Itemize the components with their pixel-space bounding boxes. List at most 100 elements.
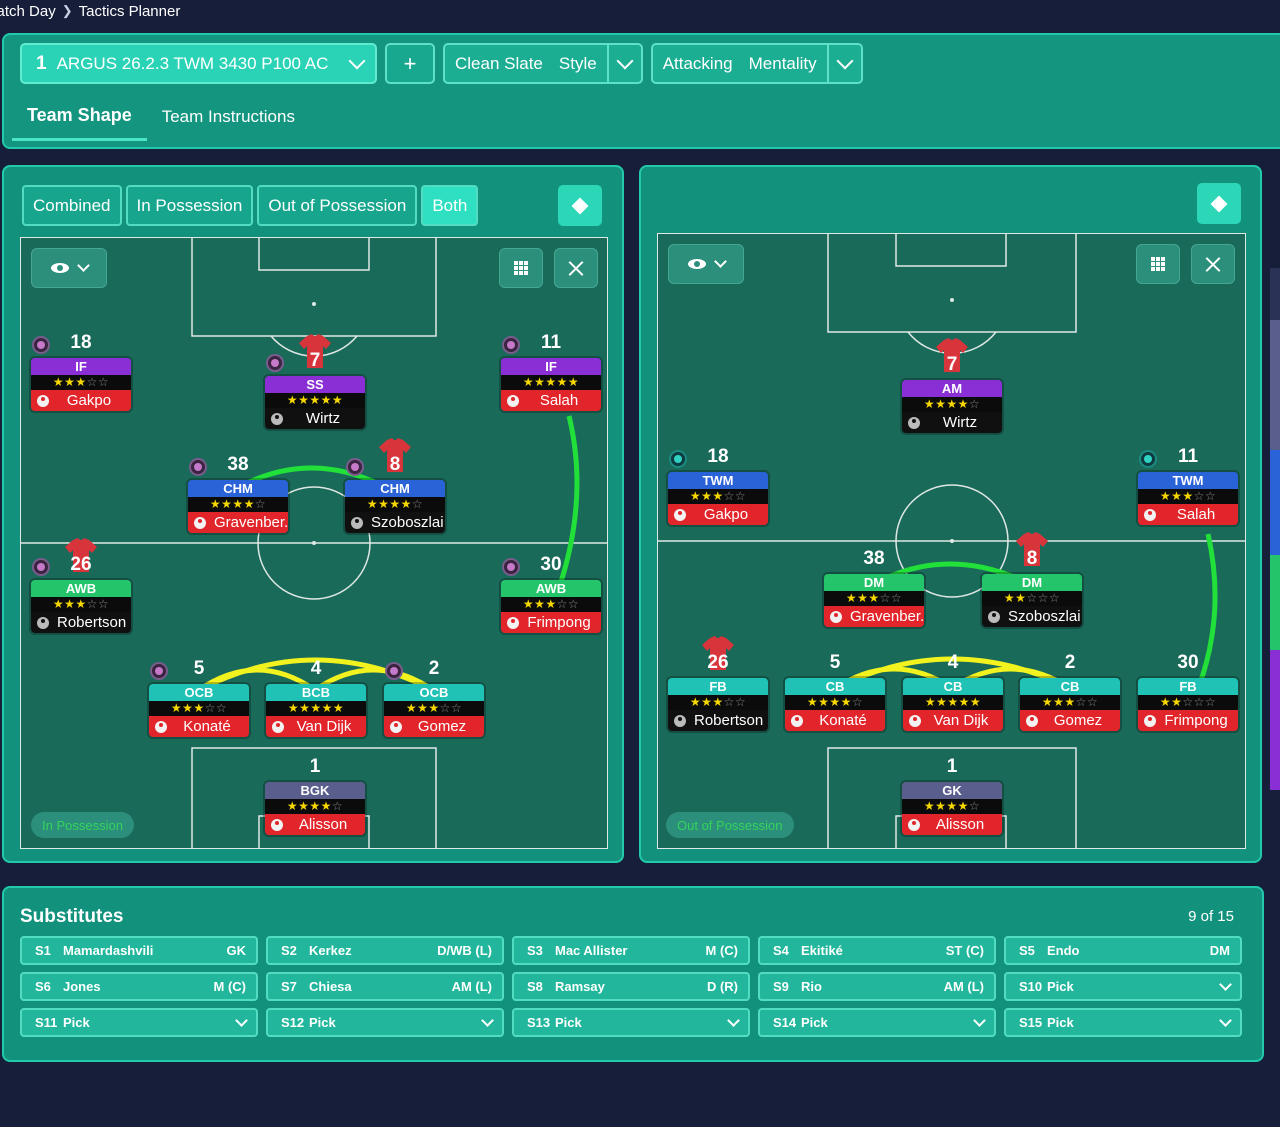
- substitute-slot-s6[interactable]: S6 Jones M (C): [20, 972, 258, 1001]
- mentality-dropdown-button[interactable]: [826, 45, 861, 82]
- player-card-szoboszlai[interactable]: 8 CHM ★★★★☆ Szoboszlai: [343, 438, 447, 535]
- tab-team-instructions[interactable]: Team Instructions: [147, 93, 310, 141]
- player-name-row: Konaté: [149, 716, 249, 737]
- star-rating: ★★★☆☆: [1020, 695, 1120, 710]
- player-card-frimpong[interactable]: 30 FB ★★☆☆☆ Frimpong: [1136, 652, 1240, 733]
- expand-button[interactable]: [1191, 244, 1235, 284]
- visibility-toggle[interactable]: [31, 248, 107, 288]
- substitute-slot-s10[interactable]: S10 Pick: [1004, 972, 1242, 1001]
- player-card-vandijk[interactable]: 4 CB ★★★★★ Van Dijk: [901, 652, 1005, 733]
- player-card-gomez[interactable]: 2 CB ★★★☆☆ Gomez: [1018, 652, 1122, 733]
- view-combined-button[interactable]: Combined: [22, 185, 122, 226]
- role-card[interactable]: CB ★★★★☆ Konaté: [783, 676, 887, 733]
- chevron-down-icon: [616, 52, 634, 69]
- pitch-in-possession: In Possession 18 IF ★★★☆☆ Gakpo 7 SS ★★★★★ Wirt…: [20, 237, 608, 849]
- visibility-toggle[interactable]: [668, 244, 744, 284]
- role-card[interactable]: BGK ★★★★☆ Alisson: [263, 780, 367, 837]
- role-card[interactable]: DM★★★☆☆ Gravenber...: [822, 572, 926, 629]
- role-card[interactable]: TWM ★★★☆☆ Salah: [1136, 470, 1240, 527]
- player-name-row: Van Dijk: [266, 716, 366, 737]
- view-out-of-possession-button[interactable]: Out of Possession: [257, 185, 418, 226]
- player-card-robertson[interactable]: 26 FB ★★★☆☆ Robertson: [666, 636, 770, 733]
- player-card-wirtz[interactable]: 7 SS ★★★★★ Wirtz: [263, 334, 367, 431]
- substitute-name: Pick: [801, 1015, 828, 1030]
- add-tactic-button[interactable]: +: [385, 43, 435, 84]
- player-card-alisson[interactable]: 1 GK ★★★★☆ Alisson: [900, 756, 1004, 837]
- role-card[interactable]: CHM★★★★☆ Gravenber...: [186, 478, 290, 535]
- role-card[interactable]: AWB ★★★☆☆ Frimpong: [499, 578, 603, 635]
- slot-number: S12: [281, 1015, 305, 1030]
- substitute-slot-s13[interactable]: S13 Pick: [512, 1008, 750, 1037]
- role-card[interactable]: DM ★★☆☆☆ Szoboszlai: [980, 572, 1084, 629]
- tactic-select[interactable]: 1 ARGUS 26.2.3 TWM 3430 P100 AC: [20, 43, 377, 84]
- player-card-gakpo[interactable]: 18 IF ★★★☆☆ Gakpo: [29, 332, 133, 413]
- slot-number: S15: [1019, 1015, 1043, 1030]
- player-name-row: Gomez: [1020, 710, 1120, 731]
- player-card-wirtz[interactable]: 7 AM ★★★★☆ Wirtz: [900, 338, 1004, 435]
- substitute-slot-s15[interactable]: S15 Pick: [1004, 1008, 1242, 1037]
- tab-team-shape[interactable]: Team Shape: [12, 93, 147, 141]
- style-dropdown-button[interactable]: [606, 45, 641, 82]
- player-card-konat[interactable]: 5 CB ★★★★☆ Konaté: [783, 652, 887, 733]
- player-name-row: Robertson: [668, 710, 768, 731]
- substitute-slot-s8[interactable]: S8 Ramsay D (R): [512, 972, 750, 1001]
- player-card-frimpong[interactable]: 30 AWB ★★★☆☆ Frimpong: [499, 554, 603, 635]
- player-card-salah[interactable]: 11 TWM ★★★☆☆ Salah: [1136, 446, 1240, 527]
- mentality-select[interactable]: Attacking Mentality: [650, 43, 863, 84]
- role-card[interactable]: AM ★★★★☆ Wirtz: [900, 378, 1004, 435]
- substitute-slot-s4[interactable]: S4 Ekitiké ST (C): [758, 936, 996, 965]
- view-both-button[interactable]: Both: [421, 185, 479, 226]
- player-card-konat[interactable]: 5 OCB ★★★☆☆ Konaté: [147, 658, 251, 739]
- role-card[interactable]: GK ★★★★☆ Alisson: [900, 780, 1004, 837]
- player-name: Robertson: [57, 614, 127, 631]
- view-in-possession-button[interactable]: In Possession: [125, 185, 254, 226]
- substitute-slot-s7[interactable]: S7 Chiesa AM (L): [266, 972, 504, 1001]
- role-card[interactable]: FB ★★☆☆☆ Frimpong: [1136, 676, 1240, 733]
- substitute-slot-s5[interactable]: S5 Endo DM: [1004, 936, 1242, 965]
- substitute-slot-s1[interactable]: S1 Mamardashvili GK: [20, 936, 258, 965]
- player-card-header: 8: [343, 438, 447, 478]
- role-card[interactable]: CB ★★★☆☆ Gomez: [1018, 676, 1122, 733]
- substitute-slot-s9[interactable]: S9 Rio AM (L): [758, 972, 996, 1001]
- role-card[interactable]: BCB ★★★★★ Van Dijk: [264, 682, 368, 739]
- substitute-slot-s14[interactable]: S14 Pick: [758, 1008, 996, 1037]
- player-name: Wirtz: [942, 414, 978, 431]
- substitute-slot-s11[interactable]: S11 Pick: [20, 1008, 258, 1037]
- role-card[interactable]: CHM ★★★★☆ Szoboszlai: [343, 478, 447, 535]
- player-card-vandijk[interactable]: 4 BCB ★★★★★ Van Dijk: [264, 658, 368, 739]
- star-rating: ★★★★☆: [902, 397, 1002, 412]
- expand-button[interactable]: [554, 248, 598, 288]
- role-card[interactable]: IF ★★★☆☆ Gakpo: [29, 356, 133, 413]
- grid-view-button[interactable]: [1136, 244, 1180, 284]
- player-card-szoboszlai[interactable]: 8 DM ★★☆☆☆ Szoboszlai: [980, 532, 1084, 629]
- grid-view-button[interactable]: [499, 248, 543, 288]
- player-card-salah[interactable]: 11 IF ★★★★★ Salah: [499, 332, 603, 413]
- role-card[interactable]: FB ★★★☆☆ Robertson: [666, 676, 770, 733]
- player-card-header: 11: [499, 332, 603, 356]
- role-card[interactable]: IF ★★★★★ Salah: [499, 356, 603, 413]
- substitute-slot-s2[interactable]: S2 Kerkez D/WB (L): [266, 936, 504, 965]
- shirt-number: 38: [863, 548, 885, 569]
- substitute-slot-s3[interactable]: S3 Mac Allister M (C): [512, 936, 750, 965]
- edge-accent: [1270, 450, 1280, 555]
- shirt-number: 18: [707, 446, 729, 467]
- slot-number: S13: [527, 1015, 551, 1030]
- player-card-robertson[interactable]: 26 AWB ★★★☆☆ Robertson: [29, 538, 133, 635]
- substitute-slot-s12[interactable]: S12 Pick: [266, 1008, 504, 1037]
- style-select[interactable]: Clean Slate Style: [443, 43, 643, 84]
- player-card-gravenber[interactable]: 38 CHM★★★★☆ Gravenber...: [186, 454, 290, 535]
- person-icon: [37, 616, 49, 629]
- role-card[interactable]: CB ★★★★★ Van Dijk: [901, 676, 1005, 733]
- role-card[interactable]: OCB ★★★☆☆ Gomez: [382, 682, 486, 739]
- role-card[interactable]: OCB ★★★☆☆ Konaté: [147, 682, 251, 739]
- player-card-gravenber[interactable]: 38 DM★★★☆☆ Gravenber...: [822, 548, 926, 629]
- role-card[interactable]: TWM ★★★☆☆ Gakpo: [666, 470, 770, 527]
- player-card-gakpo[interactable]: 18 TWM ★★★☆☆ Gakpo: [666, 446, 770, 527]
- player-card-alisson[interactable]: 1 BGK ★★★★☆ Alisson: [263, 756, 367, 837]
- shape-options-button[interactable]: [1197, 183, 1241, 224]
- player-card-gomez[interactable]: 2 OCB ★★★☆☆ Gomez: [382, 658, 486, 739]
- role-card[interactable]: AWB ★★★☆☆ Robertson: [29, 578, 133, 635]
- role-card[interactable]: SS ★★★★★ Wirtz: [263, 374, 367, 431]
- shape-options-button[interactable]: [558, 185, 602, 226]
- breadcrumb-match-day[interactable]: Match Day: [0, 3, 56, 20]
